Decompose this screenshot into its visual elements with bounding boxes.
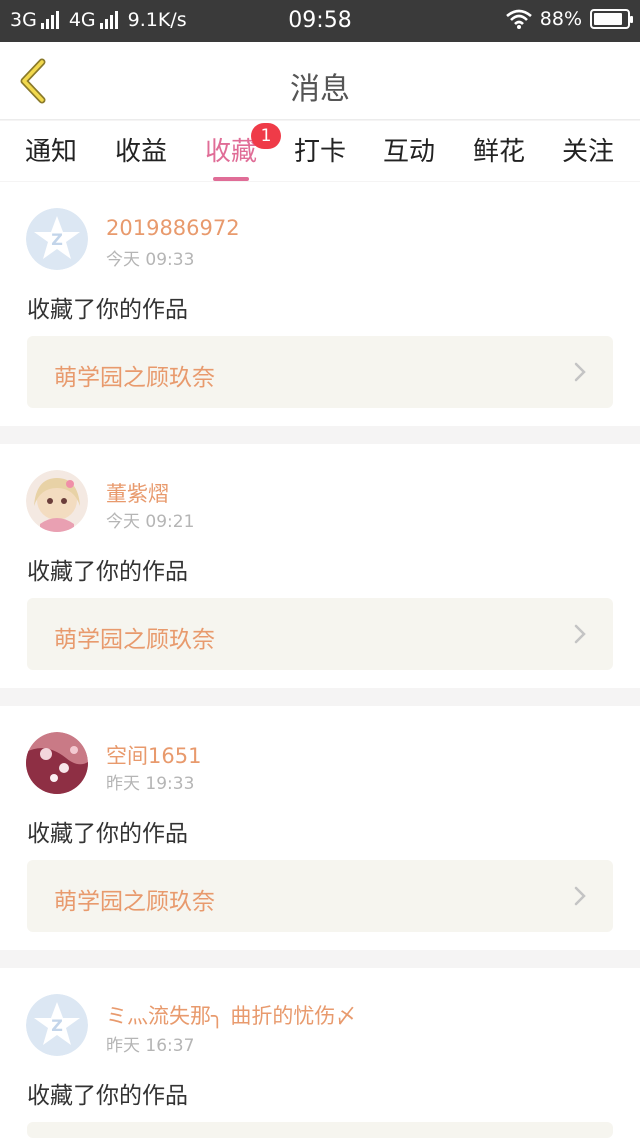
work-link[interactable] — [27, 1122, 613, 1138]
status-right: 88% — [505, 8, 633, 30]
unread-badge: 1 — [250, 123, 281, 149]
page-title: 消息 — [290, 72, 350, 107]
avatar[interactable] — [26, 470, 88, 532]
message-time: 昨天 19:33 — [106, 774, 195, 794]
action-text: 收藏了你的作品 — [27, 297, 188, 323]
username[interactable]: 空间1651 — [106, 740, 201, 770]
chevron-right-icon — [574, 886, 586, 906]
action-text: 收藏了你的作品 — [27, 1083, 188, 1109]
avatar[interactable]: Z — [26, 994, 88, 1056]
tab-notice[interactable]: 通知 — [25, 131, 77, 168]
battery-percent: 88% — [539, 8, 582, 30]
tab-interaction[interactable]: 互动 — [383, 131, 435, 168]
avatar[interactable] — [26, 732, 88, 794]
tab-label: 鲜花 — [472, 137, 526, 167]
work-title: 萌学园之顾玖奈 — [54, 627, 215, 653]
tab-earnings[interactable]: 收益 — [115, 131, 167, 168]
action-text: 收藏了你的作品 — [27, 559, 188, 585]
tab-follow[interactable]: 关注 — [562, 131, 614, 168]
message-card: Z 2019886972 今天 09:33 收藏了你的作品 萌学园之顾玖奈 — [0, 182, 640, 426]
username[interactable]: 2019886972 — [106, 216, 240, 240]
svg-text:Z: Z — [51, 1016, 63, 1035]
message-card: Z ミ灬流失那╮ 曲折的忧伤〆 昨天 16:37 收藏了你的作品 — [0, 968, 640, 1138]
tab-label: 收藏 — [204, 137, 258, 167]
message-time: 今天 09:21 — [106, 512, 195, 532]
work-title: 萌学园之顾玖奈 — [54, 365, 215, 391]
message-time: 昨天 16:37 — [106, 1036, 195, 1056]
tab-checkin[interactable]: 打卡 — [294, 131, 346, 168]
username[interactable]: ミ灬流失那╮ 曲折的忧伤〆 — [106, 1000, 356, 1030]
tab-bar: 通知 收益 收藏 1 打卡 互动 鲜花 关注 — [0, 121, 640, 181]
action-text: 收藏了你的作品 — [27, 821, 188, 847]
status-bar: 3G 4G 9.1K/s 09:58 88% — [0, 0, 640, 42]
avatar[interactable]: Z — [26, 208, 88, 270]
tab-label: 关注 — [561, 137, 615, 167]
nav-header: 消息 — [0, 42, 640, 120]
tab-label: 通知 — [24, 137, 78, 167]
active-tab-indicator — [212, 177, 249, 181]
username[interactable]: 董紫熠 — [106, 478, 169, 508]
tab-label: 互动 — [382, 137, 436, 167]
message-card: 空间1651 昨天 19:33 收藏了你的作品 萌学园之顾玖奈 — [0, 706, 640, 950]
tab-favorites[interactable]: 收藏 1 — [204, 123, 281, 181]
tab-label: 收益 — [114, 137, 168, 167]
work-link[interactable]: 萌学园之顾玖奈 — [27, 860, 613, 932]
work-title: 萌学园之顾玖奈 — [54, 889, 215, 915]
chevron-right-icon — [574, 362, 586, 382]
svg-text:Z: Z — [51, 230, 63, 249]
work-link[interactable]: 萌学园之顾玖奈 — [27, 336, 613, 408]
tab-flowers[interactable]: 鲜花 — [473, 131, 525, 168]
wifi-icon — [505, 9, 532, 29]
work-link[interactable]: 萌学园之顾玖奈 — [27, 598, 613, 670]
tab-label: 打卡 — [293, 137, 347, 167]
message-card: 董紫熠 今天 09:21 收藏了你的作品 萌学园之顾玖奈 — [0, 444, 640, 688]
chevron-right-icon — [574, 624, 586, 644]
message-time: 今天 09:33 — [106, 250, 195, 270]
battery-icon — [590, 9, 633, 29]
